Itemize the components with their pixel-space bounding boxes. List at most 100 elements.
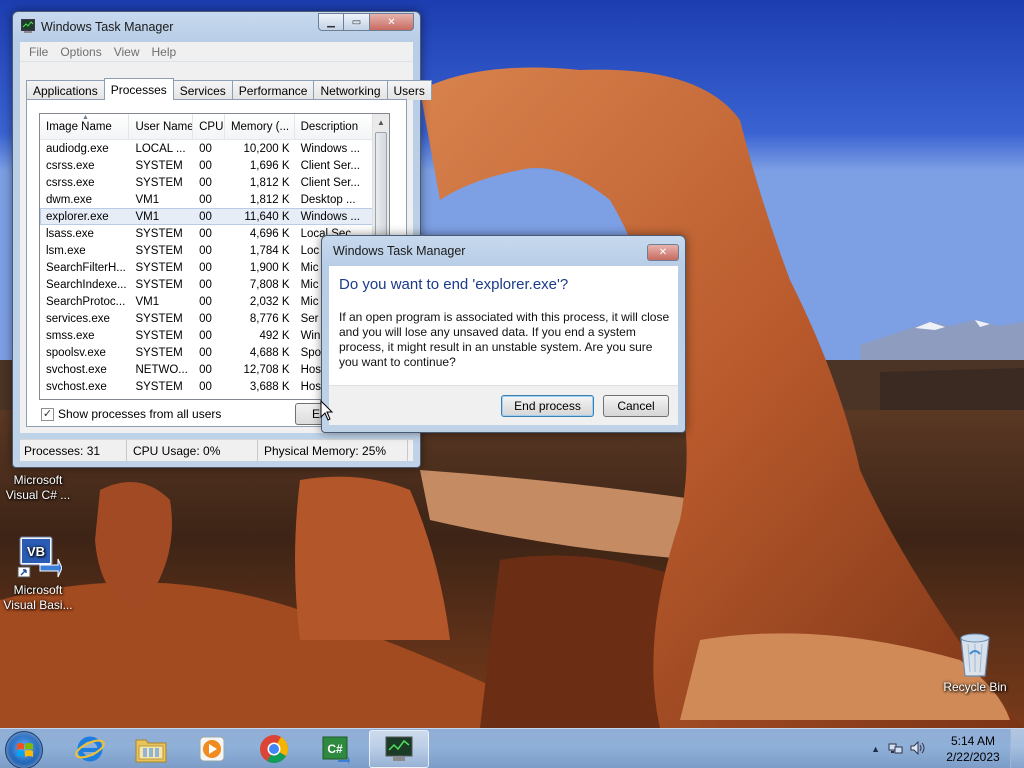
- dialog-heading: Do you want to end 'explorer.exe'?: [339, 276, 569, 293]
- process-user-name: NETWO...: [135, 363, 188, 376]
- column-header-user-name[interactable]: User Name: [129, 114, 194, 139]
- taskbar-media-player[interactable]: [184, 730, 240, 768]
- desktop-icon-visual-basic[interactable]: VB Microsoft Visual Basi...: [0, 533, 76, 613]
- dialog-close-button[interactable]: ✕: [647, 244, 679, 261]
- process-row[interactable]: csrss.exe SYSTEM 00 1,696 K Client Ser...: [40, 157, 389, 174]
- show-all-processes-option[interactable]: ✓ Show processes from all users: [41, 407, 221, 421]
- caption-buttons: ▁ ▭ ✕: [318, 13, 414, 31]
- close-button[interactable]: ✕: [370, 13, 414, 31]
- dialog-title-bar[interactable]: Windows Task Manager ✕: [322, 236, 685, 266]
- tab-services[interactable]: Services: [172, 80, 233, 100]
- vb-badge-text: VB: [27, 544, 45, 559]
- column-header-image-name[interactable]: ▲ Image Name: [40, 114, 130, 139]
- end-process-confirm-button[interactable]: End process: [501, 395, 594, 417]
- menu-file[interactable]: File: [24, 45, 55, 59]
- tab-applications[interactable]: Applications: [26, 80, 105, 100]
- process-cpu: 00: [199, 278, 212, 291]
- process-user-name: SYSTEM: [135, 312, 183, 325]
- taskbar-task-manager[interactable]: [369, 730, 429, 768]
- process-list-header: ▲ Image Name User Name CPU Memory (... D…: [40, 114, 389, 140]
- process-cpu: 00: [199, 295, 212, 308]
- sort-ascending-icon: ▲: [82, 114, 89, 121]
- maximize-button[interactable]: ▭: [344, 13, 370, 31]
- process-image-name: dwm.exe: [46, 193, 93, 206]
- status-physical-memory: Physical Memory: 25%: [258, 440, 408, 461]
- show-hidden-icons-icon[interactable]: ▲: [871, 744, 880, 754]
- volume-icon[interactable]: [910, 740, 926, 758]
- menu-help[interactable]: Help: [147, 45, 184, 59]
- process-cpu: 00: [199, 210, 212, 223]
- clock[interactable]: 5:14 AM 2/22/2023: [936, 733, 1010, 765]
- process-row[interactable]: audiodg.exe LOCAL ... 00 10,200 K Windows ..…: [40, 140, 389, 157]
- show-all-processes-label: Show processes from all users: [58, 407, 222, 421]
- process-image-name: SearchFilterH...: [46, 261, 126, 274]
- process-user-name: SYSTEM: [135, 329, 183, 342]
- taskbar-internet-explorer[interactable]: [62, 730, 118, 768]
- process-row[interactable]: dwm.exe VM1 00 1,812 K Desktop ...: [40, 191, 389, 208]
- dialog-content: Do you want to end 'explorer.exe'? If an…: [329, 266, 678, 425]
- show-all-processes-checkbox[interactable]: ✓: [41, 407, 54, 421]
- dialog-message: If an open program is associated with th…: [339, 310, 670, 369]
- process-cpu: 00: [199, 312, 212, 325]
- process-memory: 1,900 K: [249, 261, 290, 274]
- desktop-icon-label: Microsoft Visual Basi...: [3, 583, 73, 612]
- process-row[interactable]: csrss.exe SYSTEM 00 1,812 K Client Ser...: [40, 174, 389, 191]
- taskbar-windows-explorer[interactable]: [123, 730, 179, 768]
- desktop-icon-visual-csharp[interactable]: Microsoft Visual C# ...: [0, 473, 76, 503]
- tab-users[interactable]: Users: [386, 80, 432, 100]
- taskbar-visual-csharp[interactable]: C#: [307, 730, 363, 768]
- column-header-memory[interactable]: Memory (...: [225, 114, 295, 139]
- taskbar-chrome[interactable]: [246, 730, 302, 768]
- system-tray: ▲ 5:14 AM 2/22/2023: [871, 729, 1024, 768]
- tab-strip: Applications Processes Services Performa…: [26, 78, 432, 100]
- process-user-name: SYSTEM: [135, 278, 183, 291]
- process-image-name: audiodg.exe: [46, 142, 109, 155]
- process-image-name: explorer.exe: [46, 210, 109, 223]
- process-user-name: SYSTEM: [135, 176, 183, 189]
- process-memory: 4,696 K: [249, 227, 290, 240]
- start-button[interactable]: [5, 731, 43, 768]
- cancel-button[interactable]: Cancel: [603, 395, 669, 417]
- process-cpu: 00: [199, 261, 212, 274]
- process-image-name: smss.exe: [46, 329, 95, 342]
- windows-explorer-icon: [135, 739, 167, 763]
- process-image-name: services.exe: [46, 312, 110, 325]
- process-image-name: csrss.exe: [46, 159, 95, 172]
- process-cpu: 00: [199, 227, 212, 240]
- process-row[interactable]: explorer.exe VM1 00 11,640 K Windows ...: [40, 208, 389, 225]
- menu-options[interactable]: Options: [55, 45, 108, 59]
- scroll-up-icon[interactable]: ▲: [373, 114, 389, 131]
- process-cpu: 00: [199, 346, 212, 359]
- visual-basic-icon: VB: [14, 533, 62, 581]
- clock-time: 5:14 AM: [950, 734, 996, 748]
- checkmark-icon: ✓: [42, 407, 53, 420]
- tab-networking[interactable]: Networking: [313, 80, 388, 100]
- desktop-icon-recycle-bin[interactable]: Recycle Bin: [937, 630, 1013, 695]
- process-memory: 11,640 K: [244, 210, 290, 223]
- svg-text:C#: C#: [327, 742, 343, 756]
- chrome-icon: [260, 735, 288, 763]
- show-desktop-button[interactable]: [1010, 729, 1024, 768]
- process-user-name: VM1: [135, 210, 160, 223]
- process-cpu: 00: [199, 329, 212, 342]
- process-memory: 2,032 K: [249, 295, 290, 308]
- process-user-name: SYSTEM: [135, 380, 183, 393]
- process-user-name: LOCAL ...: [135, 142, 186, 155]
- column-header-cpu[interactable]: CPU: [193, 114, 225, 139]
- network-icon[interactable]: [888, 741, 904, 758]
- process-cpu: 00: [199, 176, 212, 189]
- menu-bar: File Options View Help: [20, 42, 413, 62]
- taskbar: C# ▲ 5:14 AM 2/22/2023: [0, 728, 1024, 768]
- status-cpu-usage: CPU Usage: 0%: [127, 440, 258, 461]
- windows-logo-icon: [17, 743, 33, 757]
- minimize-button[interactable]: ▁: [318, 13, 344, 31]
- tab-processes[interactable]: Processes: [103, 78, 174, 100]
- process-image-name: svchost.exe: [46, 363, 107, 376]
- process-memory: 12,708 K: [243, 363, 290, 376]
- dialog-title: Windows Task Manager: [333, 244, 466, 258]
- mouse-cursor-icon: [320, 400, 334, 421]
- menu-view[interactable]: View: [109, 45, 147, 59]
- title-bar[interactable]: Windows Task Manager ▁ ▭ ✕: [13, 12, 420, 42]
- maximize-icon: ▭: [351, 16, 362, 28]
- tab-performance[interactable]: Performance: [231, 80, 315, 100]
